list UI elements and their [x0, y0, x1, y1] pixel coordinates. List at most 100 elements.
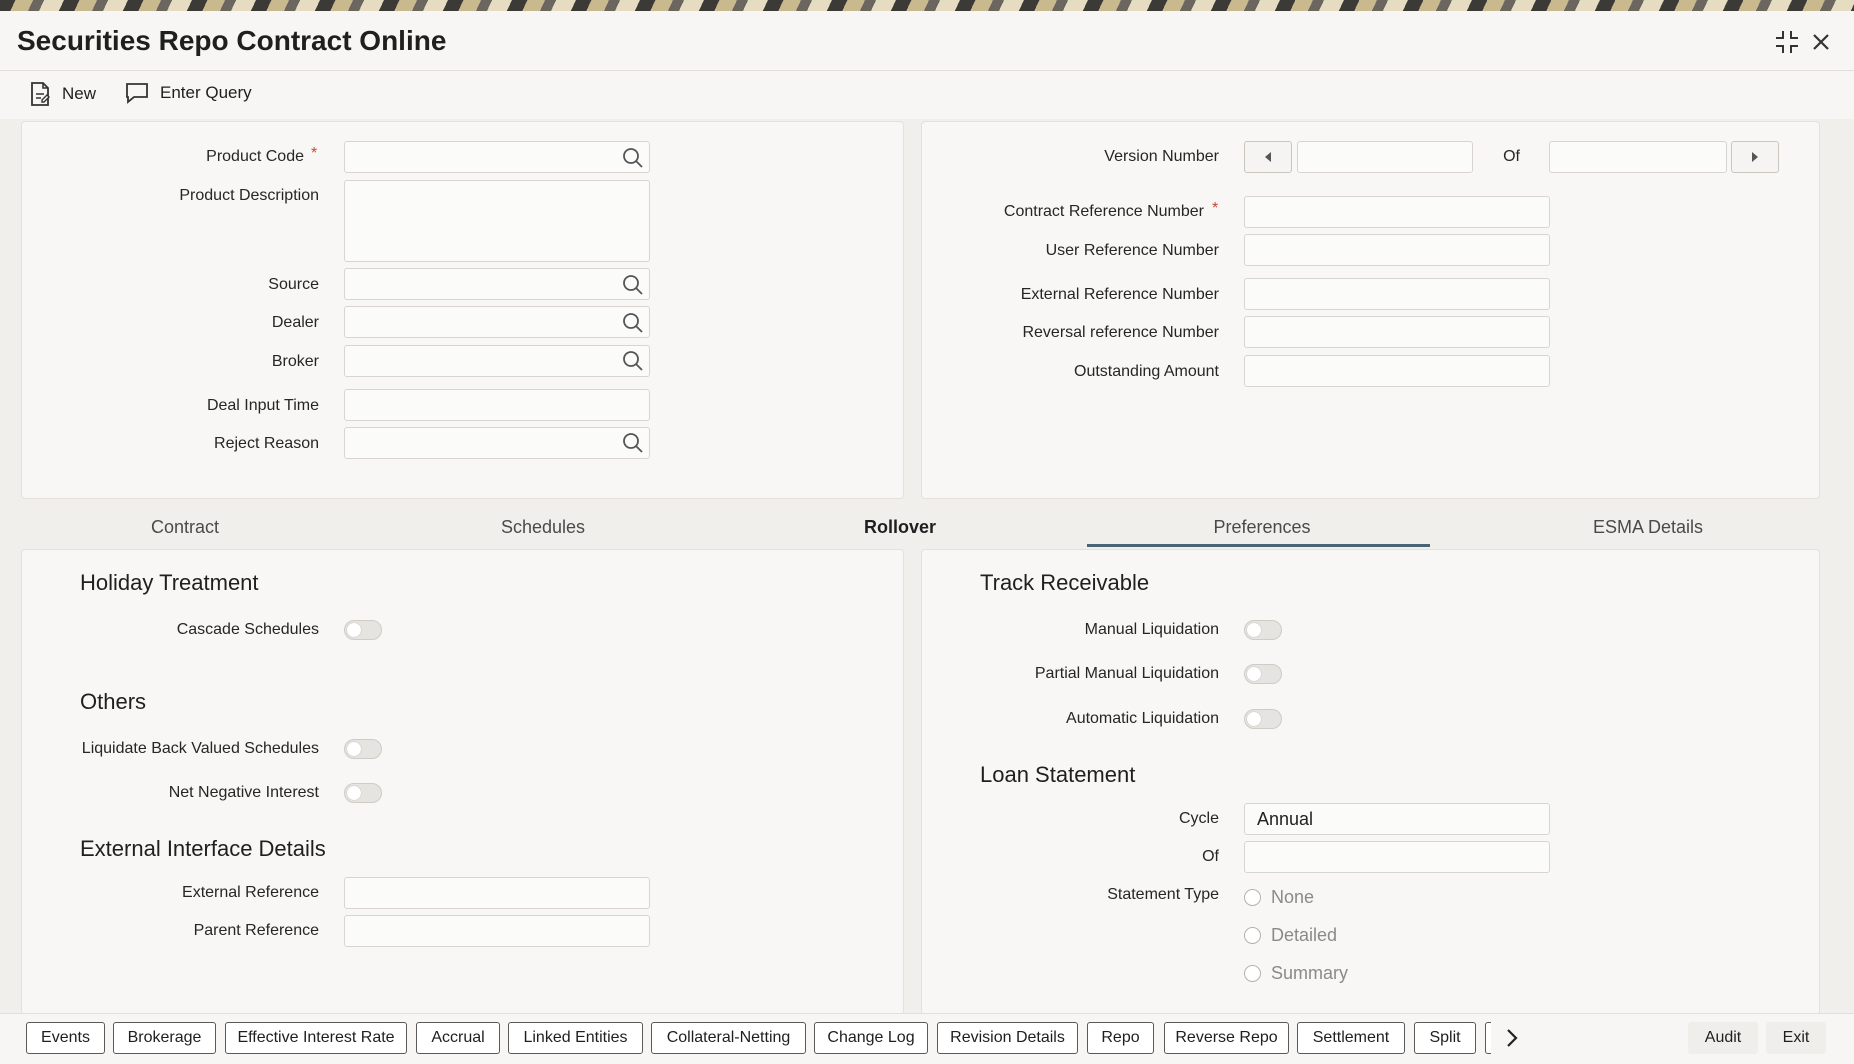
external-reference-number-label: External Reference Number	[1020, 286, 1219, 303]
cascade-schedules-toggle[interactable]	[344, 620, 382, 640]
effective-interest-rate-button[interactable]: Effective Interest Rate	[225, 1022, 407, 1054]
radio-label: Summary	[1271, 963, 1349, 983]
external-reference-number-input[interactable]	[1244, 278, 1550, 310]
cycle-of-input[interactable]	[1244, 841, 1550, 873]
source-input[interactable]	[344, 268, 650, 300]
source-label: Source	[268, 276, 319, 293]
holiday-treatment-heading: Holiday Treatment	[80, 570, 259, 595]
product-code-label: Product Code	[206, 148, 304, 165]
radio-circle	[1244, 927, 1261, 944]
liquidate-back-valued-label: Liquidate Back Valued Schedules	[81, 740, 319, 757]
search-icon[interactable]	[621, 349, 645, 373]
deal-input-time-label: Deal Input Time	[206, 397, 319, 414]
radio-circle	[1244, 889, 1261, 906]
header-right-panel	[921, 121, 1820, 499]
new-button[interactable]: New	[28, 81, 96, 107]
new-label: New	[62, 84, 97, 103]
contract-reference-input[interactable]	[1244, 196, 1550, 228]
reject-reason-input[interactable]	[344, 427, 650, 459]
accrual-button[interactable]: Accrual	[416, 1022, 500, 1054]
next-version-button[interactable]	[1731, 141, 1779, 173]
partial-manual-liquidation-label: Partial Manual Liquidation	[1034, 665, 1219, 682]
search-icon[interactable]	[621, 431, 645, 455]
collateral-netting-button[interactable]: Collateral-Netting	[651, 1022, 806, 1054]
automatic-liquidation-toggle[interactable]	[1244, 709, 1282, 729]
search-icon[interactable]	[621, 311, 645, 335]
external-reference-label: External Reference	[182, 884, 319, 901]
statement-type-summary-radio[interactable]: Summary	[1244, 963, 1348, 984]
top-decorative-strip	[0, 0, 1854, 11]
revision-details-button[interactable]: Revision Details	[937, 1022, 1078, 1054]
cycle-select[interactable]	[1244, 803, 1550, 835]
deal-input-time-field[interactable]	[344, 389, 650, 421]
loan-statement-heading: Loan Statement	[980, 762, 1136, 787]
caret-right-icon	[1752, 152, 1758, 162]
version-number-input[interactable]	[1297, 141, 1473, 173]
enter-query-button[interactable]: Enter Query	[124, 81, 252, 105]
search-icon[interactable]	[621, 146, 645, 170]
product-description-label: Product Description	[179, 187, 319, 204]
radio-circle	[1244, 965, 1261, 982]
user-reference-input[interactable]	[1244, 234, 1550, 266]
cycle-of-label: Of	[1202, 848, 1219, 865]
automatic-liquidation-label: Automatic Liquidation	[1066, 710, 1219, 727]
dealer-input[interactable]	[344, 306, 650, 338]
required-marker: *	[311, 145, 318, 162]
external-reference-input[interactable]	[344, 877, 650, 909]
required-marker: *	[1212, 200, 1219, 217]
toolbar: New Enter Query	[0, 71, 1854, 119]
version-number-label: Version Number	[1104, 148, 1219, 165]
exit-button[interactable]: Exit	[1766, 1022, 1826, 1054]
radio-label: Detailed	[1271, 925, 1338, 945]
tab-schedules[interactable]: Schedules	[480, 517, 606, 538]
linked-entities-button[interactable]: Linked Entities	[508, 1022, 643, 1054]
more-buttons-overflow	[1485, 1022, 1491, 1054]
external-interface-heading: External Interface Details	[80, 836, 326, 861]
tab-rollover[interactable]: Rollover	[845, 517, 955, 538]
version-of-label: Of	[1503, 148, 1520, 165]
tab-contract[interactable]: Contract	[130, 517, 240, 538]
user-reference-label: User Reference Number	[1045, 242, 1219, 259]
caret-left-icon	[1265, 152, 1271, 162]
brokerage-button[interactable]: Brokerage	[113, 1022, 216, 1054]
change-log-button[interactable]: Change Log	[814, 1022, 928, 1054]
product-description-field[interactable]	[344, 180, 650, 262]
version-total-input[interactable]	[1549, 141, 1727, 173]
tab-esma-details[interactable]: ESMA Details	[1578, 517, 1718, 538]
audit-button[interactable]: Audit	[1688, 1022, 1758, 1054]
minimize-icon[interactable]	[1772, 27, 1802, 57]
reverse-repo-button[interactable]: Reverse Repo	[1164, 1022, 1289, 1054]
partial-manual-liquidation-toggle[interactable]	[1244, 664, 1282, 684]
statement-type-detailed-radio[interactable]: Detailed	[1244, 925, 1337, 946]
search-icon[interactable]	[621, 273, 645, 297]
product-code-input[interactable]	[344, 141, 650, 173]
parent-reference-input[interactable]	[344, 915, 650, 947]
dealer-label: Dealer	[271, 314, 319, 331]
manual-liquidation-toggle[interactable]	[1244, 620, 1282, 640]
events-button[interactable]: Events	[26, 1022, 105, 1054]
tab-preferences[interactable]: Preferences	[1195, 517, 1329, 538]
outstanding-amount-input[interactable]	[1244, 355, 1550, 387]
others-heading: Others	[80, 689, 147, 714]
broker-label: Broker	[271, 353, 319, 370]
enter-query-label: Enter Query	[160, 83, 252, 102]
broker-input[interactable]	[344, 345, 650, 377]
contract-reference-label: Contract Reference Number	[1003, 203, 1204, 220]
active-tab-indicator	[1087, 544, 1430, 547]
settlement-button[interactable]: Settlement	[1297, 1022, 1405, 1054]
chevron-right-icon[interactable]	[1500, 1026, 1524, 1050]
statement-type-label: Statement Type	[1107, 886, 1219, 903]
net-negative-interest-toggle[interactable]	[344, 783, 382, 803]
footer-bar: Events Brokerage Effective Interest Rate…	[0, 1013, 1854, 1064]
cycle-label: Cycle	[1178, 810, 1219, 827]
liquidate-back-valued-toggle[interactable]	[344, 739, 382, 759]
statement-type-none-radio[interactable]: None	[1244, 887, 1314, 908]
split-button[interactable]: Split	[1414, 1022, 1476, 1054]
parent-reference-label: Parent Reference	[193, 922, 319, 939]
track-receivable-heading: Track Receivable	[980, 570, 1150, 595]
close-icon[interactable]	[1806, 27, 1836, 57]
chat-bubble-icon	[126, 83, 148, 104]
repo-button[interactable]: Repo	[1087, 1022, 1154, 1054]
reversal-reference-input[interactable]	[1244, 316, 1550, 348]
previous-version-button[interactable]	[1244, 141, 1292, 173]
